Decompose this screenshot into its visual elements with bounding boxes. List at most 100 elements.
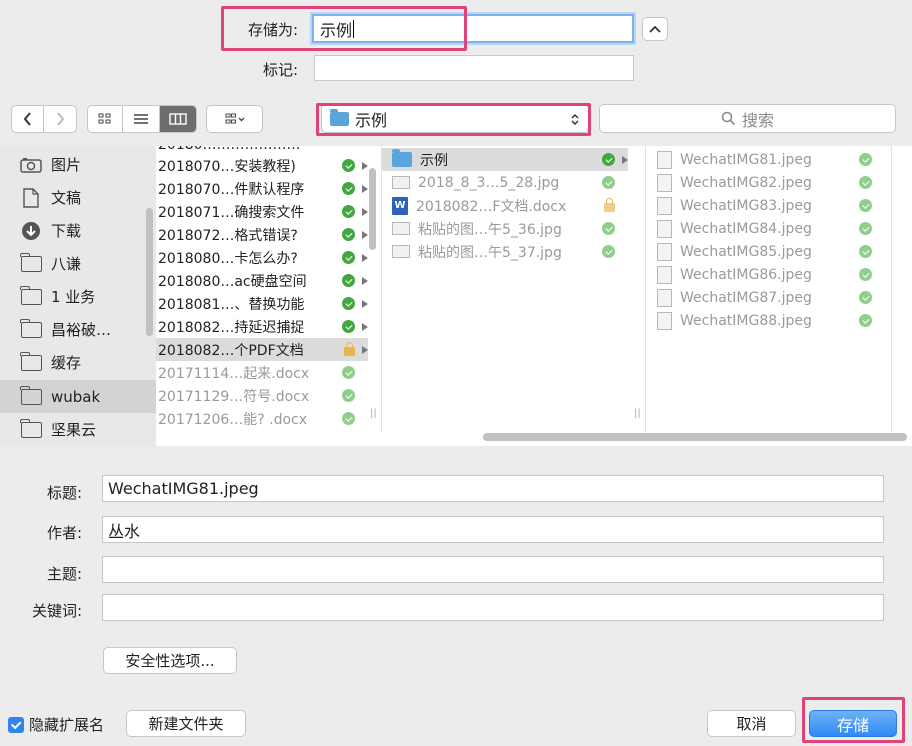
grid-icon	[98, 113, 111, 124]
file-name: 粘贴的图…午5_36.jpg	[418, 221, 562, 238]
list-item[interactable]: 粘贴的图…午5_36.jpg	[382, 217, 628, 240]
column-resize-grip[interactable]: ||	[370, 408, 377, 419]
synced-check-icon	[342, 159, 355, 172]
word-doc-icon: W	[392, 196, 408, 215]
list-item[interactable]: 20171129…符号.docx	[156, 384, 368, 407]
title-input[interactable]: WechatIMG81.jpeg	[102, 475, 884, 502]
new-folder-button[interactable]: 新建文件夹	[126, 710, 246, 737]
tags-input[interactable]	[314, 55, 634, 81]
list-item[interactable]: WechatIMG88.jpeg	[646, 309, 882, 332]
folder-icon	[330, 108, 349, 126]
search-placeholder: 搜索	[741, 110, 774, 130]
search-field[interactable]: 搜索	[599, 104, 896, 133]
image-file-icon	[657, 219, 672, 238]
list-item[interactable]: 2018082…持延迟捕捉	[156, 315, 368, 338]
save-as-value: 示例	[320, 20, 353, 40]
camera-icon	[20, 156, 42, 174]
security-options-button[interactable]: 安全性选项...	[103, 647, 237, 674]
sidebar-item-label: 缓存	[51, 354, 82, 372]
file-name: 2018070…件默认程序	[158, 181, 305, 198]
file-name: WechatIMG86.jpeg	[680, 266, 812, 283]
list-item[interactable]: 2018080…ac硬盘空间	[156, 269, 368, 292]
keywords-input[interactable]	[102, 594, 884, 621]
collapse-button[interactable]	[642, 17, 668, 41]
list-item[interactable]: WechatIMG81.jpeg	[646, 148, 882, 171]
sidebar-item-downloads[interactable]: 下载	[0, 214, 156, 247]
horizontal-scrollbar[interactable]	[483, 433, 907, 441]
synced-check-icon	[342, 412, 355, 425]
list-item[interactable]: 2018080…卡怎么办?	[156, 246, 368, 269]
title-label: 标题:	[46, 484, 82, 502]
sidebar: 图片 文稿 下载 八谦 1 业务 昌裕破… 缓存 wubak 坚果云	[0, 146, 156, 446]
cancel-button[interactable]: 取消	[707, 710, 796, 737]
forward-button[interactable]	[44, 106, 76, 132]
synced-check-icon	[342, 389, 355, 402]
list-item[interactable]: 2018082…个PDF文档	[156, 338, 368, 361]
icon-view-button[interactable]	[88, 106, 124, 132]
location-popup[interactable]: 示例	[321, 104, 589, 133]
list-item[interactable]: 2018081…、替换功能	[156, 292, 368, 315]
list-item[interactable]: 粘贴的图…午5_37.jpg	[382, 240, 628, 263]
location-value: 示例	[355, 110, 388, 130]
synced-check-icon	[342, 274, 355, 287]
list-item[interactable]: 2018_8_3…5_28.jpg	[382, 171, 628, 194]
synced-check-icon	[602, 153, 615, 166]
folder-item[interactable]: 示例	[382, 148, 628, 171]
synced-check-icon	[602, 245, 615, 258]
sidebar-item-folder[interactable]: 缓存	[0, 346, 156, 379]
synced-check-icon	[859, 245, 872, 258]
sidebar-item-folder[interactable]: 昌裕破…	[0, 313, 156, 346]
image-file-icon	[657, 311, 672, 330]
folder-icon	[392, 149, 412, 167]
sidebar-item-folder[interactable]: 坚果云	[0, 413, 156, 446]
column-1-scrollbar[interactable]	[369, 168, 376, 250]
synced-check-icon	[859, 199, 872, 212]
sidebar-item-folder[interactable]: 1 业务	[0, 280, 156, 313]
back-button[interactable]	[12, 106, 45, 132]
column-view-button[interactable]	[159, 106, 196, 132]
list-item[interactable]: WechatIMG84.jpeg	[646, 217, 882, 240]
columns-icon	[169, 113, 187, 125]
list-item[interactable]: WechatIMG87.jpeg	[646, 286, 882, 309]
disclosure-arrow-icon	[362, 161, 368, 170]
file-name: 粘贴的图…午5_37.jpg	[418, 244, 562, 261]
list-item[interactable]: 2018072…格式错误?	[156, 223, 368, 246]
lock-icon	[604, 198, 615, 212]
sidebar-scrollbar[interactable]	[146, 208, 153, 336]
disclosure-arrow-icon	[362, 345, 368, 354]
disclosure-arrow-icon	[362, 322, 368, 331]
sidebar-item-label: 文稿	[51, 189, 82, 207]
save-button[interactable]: 存储	[809, 710, 897, 737]
list-item[interactable]: W 2018082…F文档.docx	[382, 194, 628, 217]
hide-extension-checkbox[interactable]: 隐藏扩展名	[8, 714, 104, 735]
file-name: WechatIMG87.jpeg	[680, 289, 812, 306]
save-as-input[interactable]: 示例	[312, 14, 634, 43]
tags-label: 标记:	[262, 61, 298, 79]
chevron-up-icon	[649, 25, 661, 33]
sidebar-item-documents[interactable]: 文稿	[0, 181, 156, 214]
list-item[interactable]: WechatIMG83.jpeg	[646, 194, 882, 217]
list-item[interactable]: 20171114…起来.docx	[156, 361, 368, 384]
sidebar-item-folder[interactable]: 八谦	[0, 247, 156, 280]
list-item[interactable]: 2018070…安装教程)	[156, 154, 368, 177]
author-input[interactable]: 丛水	[102, 516, 884, 543]
column-resize-grip[interactable]: ||	[634, 408, 641, 419]
list-item[interactable]: 2018071…确搜索文件	[156, 200, 368, 223]
list-item[interactable]: WechatIMG82.jpeg	[646, 171, 882, 194]
list-view-button[interactable]	[123, 106, 160, 132]
sidebar-item-pictures[interactable]: 图片	[0, 148, 156, 181]
folder-icon	[20, 252, 42, 272]
checkbox-checked-icon	[8, 716, 24, 733]
file-name: 2018071…确搜索文件	[158, 204, 305, 221]
list-item[interactable]: 20171206…能? .docx	[156, 407, 368, 430]
sidebar-item-wubak[interactable]: wubak	[0, 380, 156, 413]
list-item[interactable]: WechatIMG86.jpeg	[646, 263, 882, 286]
group-view-button[interactable]	[206, 105, 263, 133]
text-caret	[353, 19, 355, 38]
hide-extension-label: 隐藏扩展名	[29, 716, 105, 734]
file-name: 2018081…、替换功能	[158, 296, 305, 313]
list-item[interactable]: WechatIMG85.jpeg	[646, 240, 882, 263]
subject-input[interactable]	[102, 556, 884, 583]
updown-chevron-icon	[571, 113, 579, 126]
list-item[interactable]: 2018070…件默认程序	[156, 177, 368, 200]
